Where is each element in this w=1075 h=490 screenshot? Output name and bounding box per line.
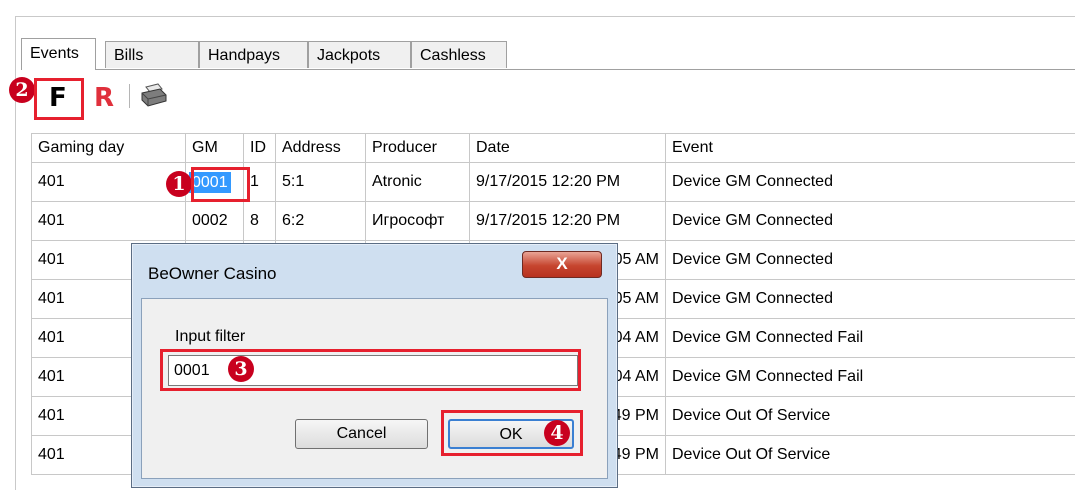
reset-button[interactable]: R <box>94 83 114 113</box>
cancel-button[interactable]: Cancel <box>295 419 428 449</box>
column-header-address[interactable]: Address <box>276 134 366 163</box>
cell-event: Device GM Connected <box>666 280 1075 319</box>
cell-gaming-day: 401 <box>32 202 186 241</box>
tab-jackpots[interactable]: Jackpots <box>308 41 411 68</box>
toolbar-separator <box>129 84 130 108</box>
column-header-gm[interactable]: GM <box>186 134 244 163</box>
toolbar: 2 F R <box>0 70 1075 124</box>
step-badge-1: 1 <box>166 171 192 197</box>
cell-date: 9/17/2015 12:20 PM <box>470 163 666 202</box>
cell-address: 6:2 <box>276 202 366 241</box>
printer-icon[interactable] <box>140 83 168 109</box>
cell-event: Device GM Connected Fail <box>666 358 1075 397</box>
gm-cell-highlight <box>191 167 250 202</box>
cell-event: Device Out Of Service <box>666 397 1075 436</box>
cell-producer: Игрософт <box>366 202 470 241</box>
input-highlight <box>160 349 581 391</box>
column-header-date[interactable]: Date <box>470 134 666 163</box>
header-row: Gaming day GM ID Address Producer Date E… <box>32 134 1075 163</box>
cell-event: Device GM Connected <box>666 202 1075 241</box>
column-header-gaming-day[interactable]: Gaming day <box>32 134 186 163</box>
cell-date: 9/17/2015 12:20 PM <box>470 202 666 241</box>
dialog-title: BeOwner Casino <box>148 264 277 284</box>
step-badge-4: 4 <box>544 420 570 446</box>
column-header-producer[interactable]: Producer <box>366 134 470 163</box>
tab-handpays[interactable]: Handpays <box>199 41 308 68</box>
tab-bills[interactable]: Bills <box>105 41 199 68</box>
filter-button[interactable]: F <box>49 83 67 113</box>
cell-gaming-day: 401 <box>32 163 186 202</box>
cell-event: Device GM Connected Fail <box>666 319 1075 358</box>
input-filter-label: Input filter <box>175 328 245 346</box>
cell-producer: Atronic <box>366 163 470 202</box>
cell-id: 8 <box>244 202 276 241</box>
column-header-id[interactable]: ID <box>244 134 276 163</box>
table-row[interactable]: 401 0002 8 6:2 Игрософт 9/17/2015 12:20 … <box>32 202 1075 241</box>
cell-address: 5:1 <box>276 163 366 202</box>
close-button[interactable]: X <box>522 251 602 278</box>
step-badge-3: 3 <box>228 356 254 382</box>
cell-gm: 0002 <box>186 202 244 241</box>
cell-event: Device Out Of Service <box>666 436 1075 475</box>
step-badge-2: 2 <box>9 77 35 103</box>
tab-cashless[interactable]: Cashless <box>411 41 507 68</box>
tab-events[interactable]: Events <box>21 38 96 70</box>
column-header-event[interactable]: Event <box>666 134 1075 163</box>
cell-event: Device GM Connected <box>666 241 1075 280</box>
cell-event: Device GM Connected <box>666 163 1075 202</box>
